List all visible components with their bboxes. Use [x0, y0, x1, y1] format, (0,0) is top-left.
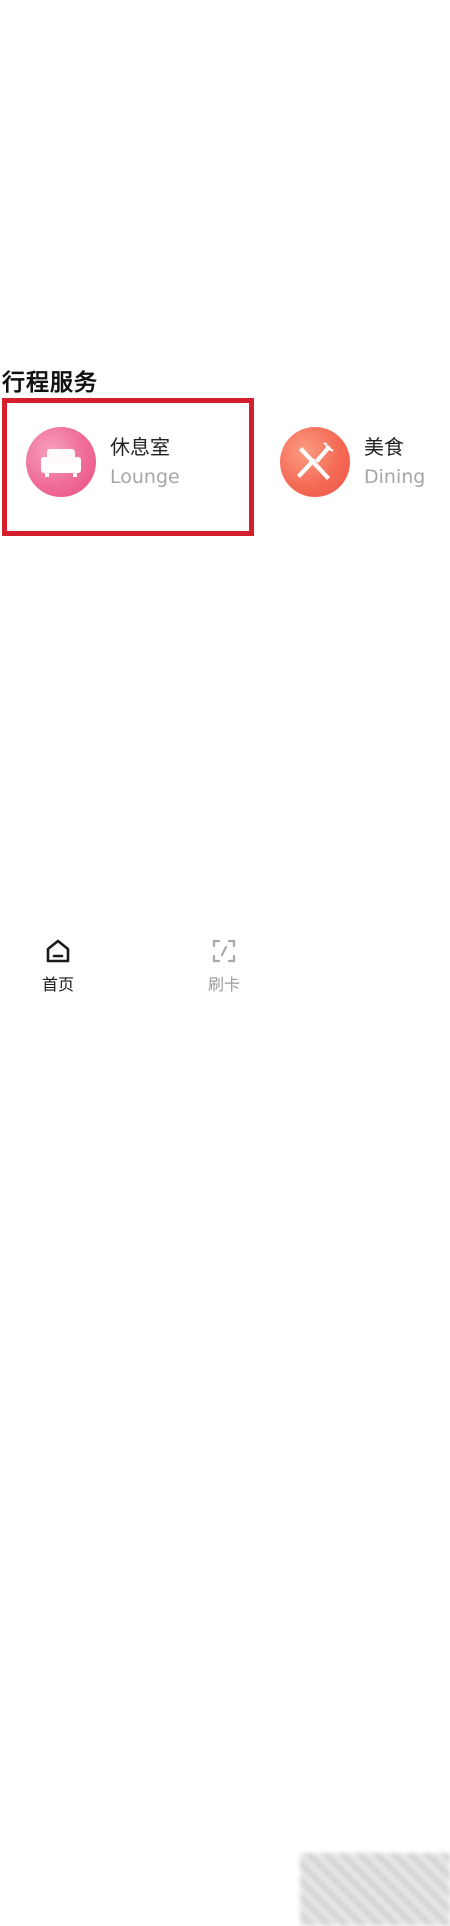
service-lounge[interactable]: 休息室 Lounge — [26, 412, 180, 512]
nav-item-card[interactable]: 刷卡 — [184, 925, 264, 1001]
nav-label: 首页 — [41, 975, 74, 994]
card-swipe-icon — [212, 939, 236, 963]
service-subtitle: Lounge — [110, 466, 180, 488]
nav-label: 刷卡 — [207, 975, 240, 994]
service-dining[interactable]: 美食 Dining — [280, 412, 425, 512]
service-subtitle: Dining — [364, 466, 426, 488]
bottom-nav: 首页 刷卡 — [0, 925, 450, 1926]
fork-knife-icon — [280, 427, 350, 497]
service-name: 休息室 — [110, 435, 170, 459]
sofa-icon — [26, 427, 96, 497]
blurred-area — [300, 1853, 450, 1926]
section-title: 行程服务 — [2, 370, 98, 396]
service-name: 美食 — [364, 435, 404, 459]
nav-item-home[interactable]: 首页 — [18, 925, 98, 1001]
home-icon — [46, 939, 70, 963]
